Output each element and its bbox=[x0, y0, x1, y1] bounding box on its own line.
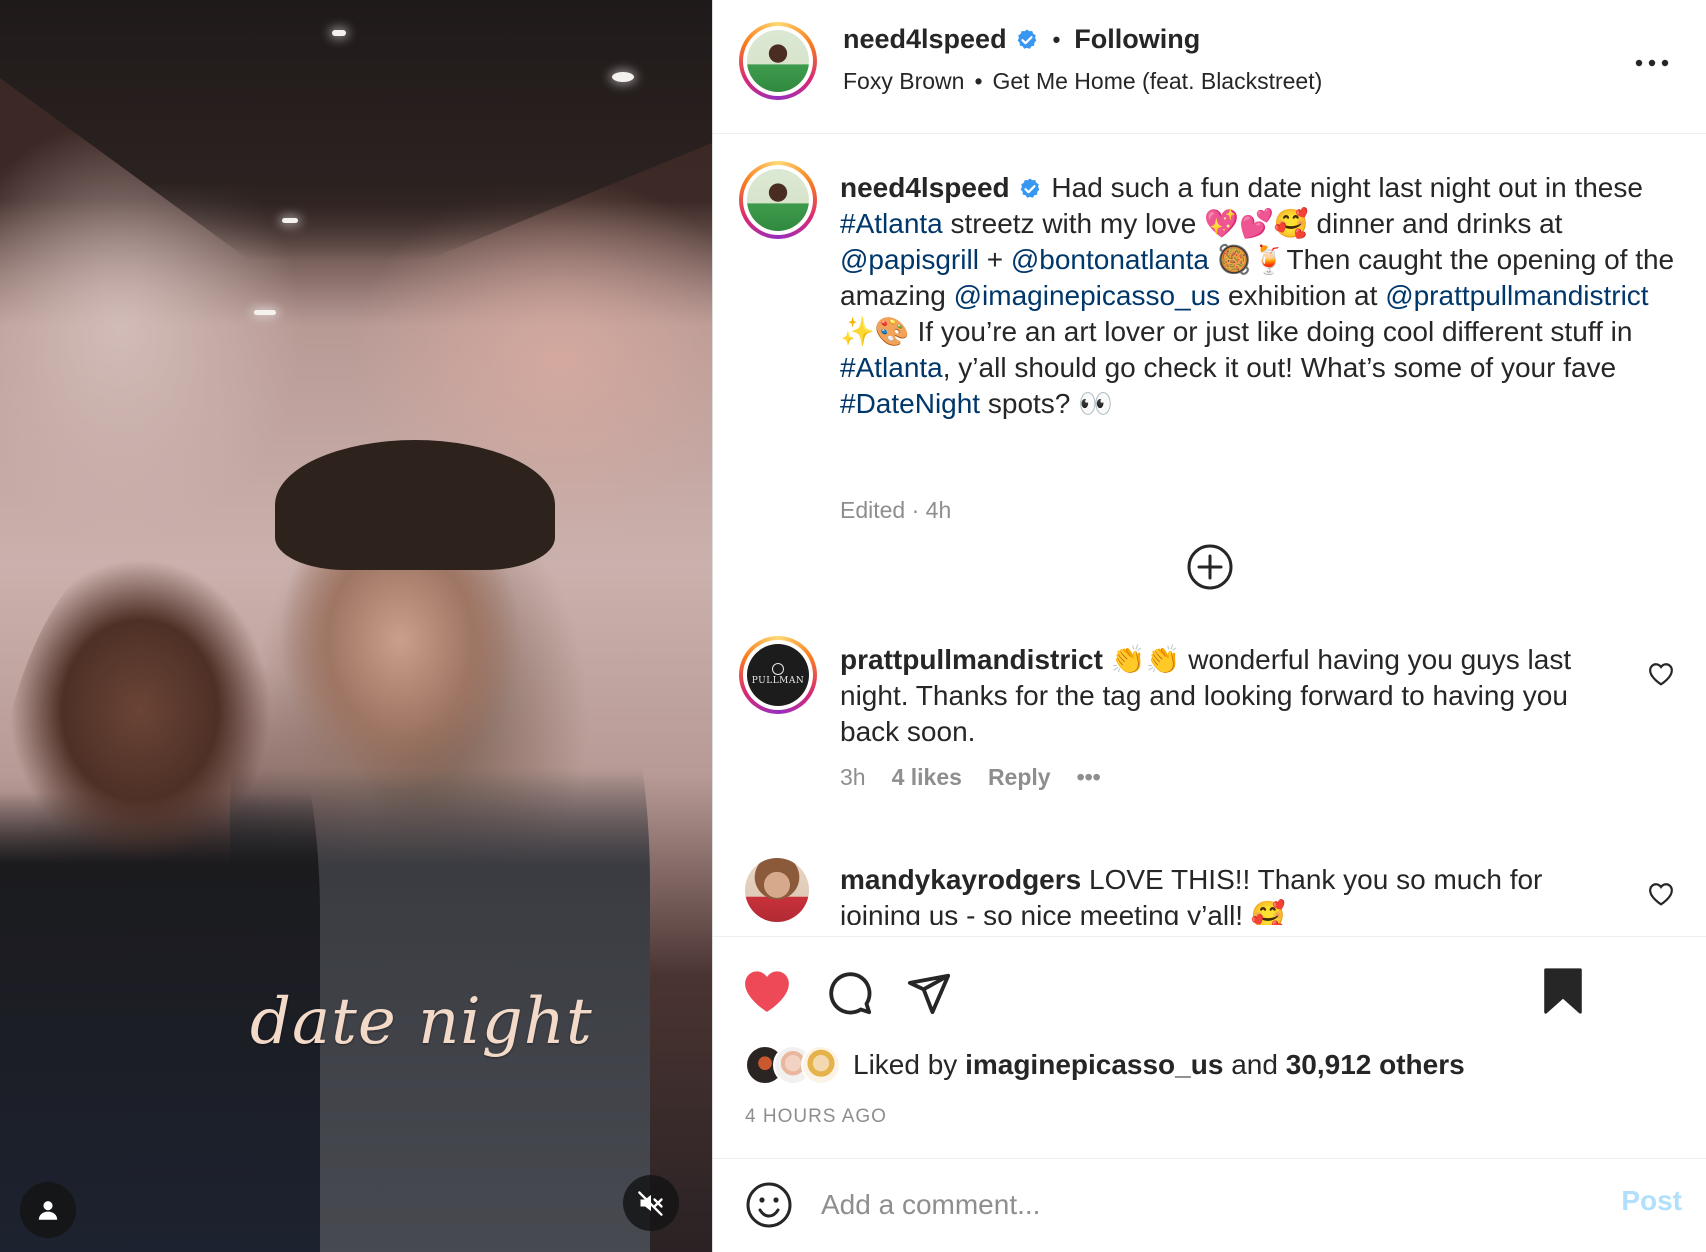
post-header: need4lspeed • Following Foxy Brown • Get… bbox=[713, 0, 1706, 134]
comment-like-heart-icon[interactable] bbox=[1648, 882, 1674, 906]
mention-link[interactable]: @papisgrill bbox=[840, 244, 979, 275]
ceiling-light bbox=[282, 218, 298, 223]
mention-link[interactable]: @prattpullmandistrict bbox=[1385, 280, 1648, 311]
audio-attribution[interactable]: Foxy Brown • Get Me Home (feat. Blackstr… bbox=[843, 68, 1322, 95]
likes-count[interactable]: 30,912 others bbox=[1286, 1049, 1465, 1080]
muted-speaker-icon bbox=[638, 1191, 663, 1216]
caption-part: exhibition at bbox=[1220, 280, 1386, 311]
hashtag-link[interactable]: #Atlanta bbox=[840, 352, 943, 383]
smiley-icon bbox=[746, 1182, 792, 1228]
caption-author-avatar[interactable] bbox=[739, 161, 817, 239]
add-comment-bar: Post bbox=[713, 1158, 1706, 1252]
comment-input[interactable] bbox=[821, 1179, 1521, 1231]
following-button[interactable]: Following bbox=[1074, 24, 1200, 55]
header-separator: • bbox=[1052, 26, 1061, 52]
liked-by-text: Liked by imaginepicasso_us and 30,912 ot… bbox=[853, 1049, 1465, 1081]
tagged-users-button[interactable] bbox=[20, 1182, 76, 1238]
commenter-username[interactable]: mandykayrodgers bbox=[840, 864, 1081, 895]
liked-by-user[interactable]: imaginepicasso_us bbox=[965, 1049, 1223, 1080]
mention-link[interactable]: @bontonatlanta bbox=[1011, 244, 1209, 275]
more-horizontal-icon bbox=[1635, 59, 1669, 67]
audio-artist: Foxy Brown bbox=[843, 68, 965, 94]
liked-by-and: and bbox=[1223, 1049, 1286, 1080]
plus-circle-icon bbox=[1187, 544, 1232, 590]
caption-part: + bbox=[978, 244, 1011, 275]
liked-by-prefix: Liked by bbox=[853, 1049, 966, 1080]
bookmark-filled-icon bbox=[1544, 968, 1582, 1014]
comment-like-heart-icon[interactable] bbox=[1648, 662, 1674, 686]
caption-text: need4lspeed Had such a fun date night la… bbox=[840, 170, 1680, 422]
caption-part: ✨🎨 If you’re an art lover or just like d… bbox=[840, 316, 1633, 347]
header-user-line: need4lspeed • Following bbox=[843, 24, 1200, 55]
commenter-avatar[interactable] bbox=[745, 858, 809, 922]
share-button[interactable] bbox=[903, 967, 955, 1019]
pullman-logo: PULLMAN bbox=[752, 663, 805, 687]
commenter-avatar[interactable]: PULLMAN bbox=[739, 636, 817, 714]
user-icon bbox=[38, 1201, 58, 1220]
ceiling-light bbox=[254, 310, 276, 315]
more-options-button[interactable] bbox=[1632, 48, 1672, 78]
commenter-username[interactable]: prattpullmandistrict bbox=[840, 644, 1103, 675]
likes-summary[interactable]: Liked by imaginepicasso_us and 30,912 ot… bbox=[745, 1045, 1465, 1085]
comment-time: 3h bbox=[840, 764, 866, 790]
comment-reply-button[interactable]: Reply bbox=[988, 764, 1051, 791]
ceiling-light bbox=[332, 30, 346, 36]
caption-author-avatar-image bbox=[747, 169, 809, 231]
post-comment-button[interactable]: Post bbox=[1621, 1185, 1682, 1217]
video-overlay-caption: date night bbox=[250, 985, 593, 1059]
post-side-panel: need4lspeed • Following Foxy Brown • Get… bbox=[712, 0, 1706, 1252]
post-video[interactable]: date night bbox=[0, 0, 712, 1252]
save-button[interactable] bbox=[1537, 965, 1589, 1017]
verified-badge-icon bbox=[1015, 28, 1039, 52]
comment-meta: 3h 4 likes Reply ••• bbox=[840, 764, 1101, 791]
comment-text: prattpullmandistrict 👏👏 wonderful having… bbox=[840, 642, 1630, 750]
speech-bubble-icon bbox=[829, 972, 872, 1015]
mention-link[interactable]: @imaginepicasso_us bbox=[954, 280, 1221, 311]
emoji-button[interactable] bbox=[745, 1181, 793, 1229]
like-button[interactable] bbox=[741, 965, 793, 1017]
comment-likes-link[interactable]: 4 likes bbox=[892, 764, 962, 791]
liker-avatars bbox=[745, 1045, 841, 1085]
caption-part: spots? 👀 bbox=[980, 388, 1114, 419]
mute-button[interactable] bbox=[623, 1175, 679, 1231]
author-avatar-image bbox=[747, 30, 809, 92]
author-username[interactable]: need4lspeed bbox=[843, 24, 1007, 55]
video-person-hair bbox=[275, 440, 555, 570]
post-actions: Liked by imaginepicasso_us and 30,912 ot… bbox=[713, 936, 1706, 1156]
liker-avatar bbox=[801, 1045, 841, 1085]
heart-filled-icon bbox=[745, 971, 789, 1012]
caption-part: , y’all should go check it out! What’s s… bbox=[942, 352, 1617, 383]
caption-username[interactable]: need4lspeed bbox=[840, 172, 1010, 203]
comment-text: mandykayrodgers LOVE THIS!! Thank you so… bbox=[840, 862, 1630, 934]
commenter-avatar-image: PULLMAN bbox=[747, 644, 809, 706]
ceiling-light bbox=[612, 72, 634, 82]
hashtag-link[interactable]: #Atlanta bbox=[840, 208, 943, 239]
caption-part: streetz with my love 💖💕🥰 dinner and drin… bbox=[942, 208, 1563, 239]
author-avatar[interactable] bbox=[739, 22, 817, 100]
instagram-post: date night need4lspeed • Following Foxy … bbox=[0, 0, 1706, 1252]
comment-more-button[interactable]: ••• bbox=[1077, 764, 1101, 791]
scroll-clip bbox=[713, 925, 1706, 935]
hashtag-link[interactable]: #DateNight bbox=[840, 388, 980, 419]
paper-plane-icon bbox=[907, 973, 951, 1015]
audio-track: Get Me Home (feat. Blackstreet) bbox=[992, 68, 1323, 94]
comments-list[interactable]: need4lspeed Had such a fun date night la… bbox=[713, 135, 1706, 935]
load-more-comments-button[interactable] bbox=[713, 543, 1706, 593]
caption-part: Had such a fun date night last night out… bbox=[1043, 172, 1643, 203]
caption-meta: Edited · 4h bbox=[840, 497, 952, 523]
comment-button[interactable] bbox=[824, 967, 876, 1019]
post-timestamp[interactable]: 4 HOURS AGO bbox=[745, 1106, 887, 1128]
verified-badge-icon bbox=[1018, 177, 1042, 201]
audio-separator: • bbox=[974, 68, 983, 94]
